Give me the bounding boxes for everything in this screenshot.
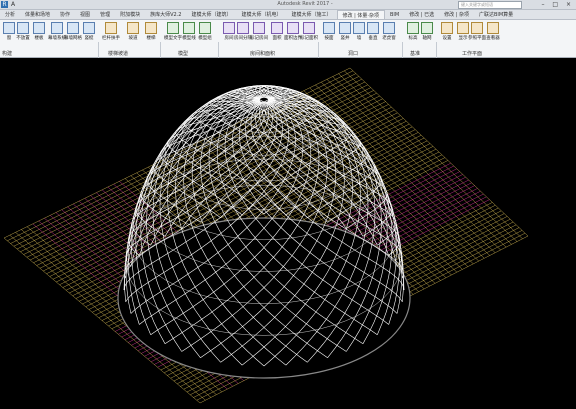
ribbon-button[interactable]: 栏杆扶手 bbox=[102, 22, 120, 52]
ribbon-tab[interactable]: 建模大师（机电） bbox=[236, 10, 286, 19]
tool-icon bbox=[67, 22, 79, 34]
tool-icon bbox=[383, 22, 395, 34]
ribbon-tab[interactable]: 族库大师V2.2 bbox=[145, 10, 186, 19]
dome-base bbox=[118, 218, 410, 378]
ribbon-tab[interactable]: 附加模块 bbox=[115, 10, 145, 19]
tool-icon bbox=[223, 22, 235, 34]
ribbon-panel-label: 模型 bbox=[178, 51, 189, 57]
ribbon-panel-label: 洞口 bbox=[348, 51, 359, 57]
tool-icon bbox=[353, 22, 365, 34]
ribbon-button[interactable]: 楼梯 bbox=[144, 22, 158, 52]
ribbon-button[interactable]: 轴网 bbox=[420, 22, 434, 52]
tool-icon bbox=[51, 22, 63, 34]
search-input[interactable]: 键入关键字或短语 bbox=[458, 1, 522, 9]
ribbon-tab[interactable]: BIM bbox=[385, 10, 404, 19]
tool-icon bbox=[167, 22, 179, 34]
tool-icon bbox=[303, 22, 315, 34]
tool-icon bbox=[17, 22, 29, 34]
ribbon-button[interactable]: 楼板 bbox=[32, 22, 46, 52]
ribbon-tab[interactable]: 建模大师（施工） bbox=[287, 10, 337, 19]
tool-icon bbox=[323, 22, 335, 34]
tool-icon bbox=[199, 22, 211, 34]
ribbon-button-label: 标记面积 bbox=[300, 36, 318, 41]
ribbon-button-label: 查看器 bbox=[486, 36, 500, 41]
ribbon-button-label: 模型组 bbox=[198, 36, 212, 41]
ribbon-button-label: 老虎窗 bbox=[382, 36, 396, 41]
tool-icon bbox=[33, 22, 45, 34]
ribbon-button-label: 竖梃 bbox=[84, 36, 94, 41]
ribbon-button[interactable]: 老虎窗 bbox=[382, 22, 396, 52]
title-bar: R A Autodesk Revit 2017 - 键入关键字或短语 – □ × bbox=[0, 0, 576, 10]
tool-icon bbox=[183, 22, 195, 34]
tool-icon bbox=[421, 22, 433, 34]
ribbon-tab[interactable]: 建模大师（建筑） bbox=[186, 10, 236, 19]
ribbon-tab[interactable]: 修改 | 杂项 bbox=[439, 10, 474, 19]
3d-viewport[interactable] bbox=[0, 58, 576, 409]
ribbon: 窗不放置 楼板 幕墙系统 幕墙网格 竖梃 栏杆扶手 坡道 楼梯 模型文字 模型线 模型组 房间 房间分隔… bbox=[0, 20, 576, 75]
ribbon-tab[interactable]: 广联达BIM算量 bbox=[474, 10, 518, 19]
ribbon-button[interactable]: 模型组 bbox=[198, 22, 212, 52]
ribbon-tab[interactable]: 协作 bbox=[55, 10, 75, 19]
tool-icon bbox=[457, 22, 469, 34]
tool-icon bbox=[237, 22, 249, 34]
window-controls[interactable]: – □ × bbox=[541, 1, 574, 8]
tool-icon bbox=[271, 22, 283, 34]
ribbon-button-label: 楼梯 bbox=[146, 36, 156, 41]
tool-icon bbox=[487, 22, 499, 34]
ribbon-tab[interactable]: 修改 | 已选 bbox=[404, 10, 439, 19]
tool-icon bbox=[127, 22, 139, 34]
ribbon-panel-labels: 构建 楼梯坡道 模型 房间和面积 洞口 基准 工作平面 bbox=[0, 50, 576, 57]
ribbon-panel-label: 工作平面 bbox=[462, 51, 483, 57]
ribbon-panel-label: 基准 bbox=[410, 51, 421, 57]
ribbon-tab[interactable]: 修改 | 体量·杂项 bbox=[336, 10, 385, 19]
ribbon-button-label: 栏杆扶手 bbox=[102, 36, 120, 41]
ribbon-button[interactable]: 坡道 bbox=[126, 22, 140, 52]
tool-icon bbox=[105, 22, 117, 34]
tool-icon bbox=[367, 22, 379, 34]
ribbon-tab[interactable]: 体量和场地 bbox=[20, 10, 55, 19]
ribbon-tab[interactable]: 管理 bbox=[95, 10, 115, 19]
ribbon-button-label: 轴网 bbox=[422, 36, 432, 41]
tool-icon bbox=[407, 22, 419, 34]
ribbon-button[interactable]: 标记房间 bbox=[250, 22, 268, 52]
ribbon-button[interactable]: 标记面积 bbox=[300, 22, 318, 52]
tool-icon bbox=[471, 22, 483, 34]
tool-icon bbox=[441, 22, 453, 34]
tool-icon bbox=[83, 22, 95, 34]
window-title: Autodesk Revit 2017 - bbox=[277, 1, 333, 7]
ribbon-panel-label: 楼梯坡道 bbox=[108, 51, 129, 57]
ribbon-panel-label: 房间和面积 bbox=[250, 51, 276, 57]
ribbon-button[interactable]: 查看器 bbox=[486, 22, 500, 52]
dome-grid-model[interactable] bbox=[0, 58, 576, 409]
ribbon-tabs: 分析 体量和场地 协作 视图 管理 附加模块 族库大师V2.2 建模大师（建筑） 建模大师（机电… bbox=[0, 10, 576, 20]
ribbon-panel-label: 构建 bbox=[2, 51, 13, 57]
tool-icon bbox=[145, 22, 157, 34]
revit-app-icon[interactable]: R bbox=[1, 1, 8, 8]
tool-icon bbox=[339, 22, 351, 34]
tool-icon bbox=[253, 22, 265, 34]
tool-icon bbox=[3, 22, 15, 34]
quick-access-toolbar[interactable]: A bbox=[11, 1, 15, 8]
ribbon-tab[interactable]: 视图 bbox=[75, 10, 95, 19]
ribbon-button[interactable]: 竖梃 bbox=[82, 22, 96, 52]
ribbon-tab[interactable]: 分析 bbox=[0, 10, 20, 19]
tool-icon bbox=[287, 22, 299, 34]
